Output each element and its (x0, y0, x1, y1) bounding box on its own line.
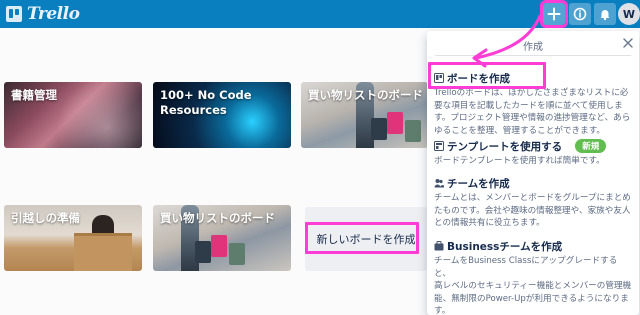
menu-item-label: チームを作成 (447, 177, 510, 190)
menu-item-label: テンプレートを使用する (447, 140, 563, 153)
close-icon[interactable] (622, 37, 634, 49)
divider (435, 55, 631, 56)
logo-text: Trello (27, 4, 80, 24)
menu-item-use-template[interactable]: テンプレートを使用する 新規 ボードテンプレートを使用すれば簡単です。 (434, 138, 634, 168)
menu-item-create-business-team[interactable]: Businessチームを作成 チームをBusiness Classにアップグレー… (434, 238, 634, 315)
board-background (211, 235, 227, 257)
team-icon (434, 179, 444, 188)
board-title: 書籍管理 (11, 88, 57, 102)
menu-item-create-team[interactable]: チームを作成 チームとは、メンバーとボードをグループにまとめ たものです。会社や… (434, 175, 634, 230)
board-background (371, 118, 387, 140)
trello-logo-icon (6, 6, 22, 22)
board-background (195, 241, 211, 263)
board-title: 引越しの準備 (11, 211, 80, 225)
menu-item-create-board[interactable]: ボードを作成 Trelloのボードは、ほかしたさまざまなリストに必 要な項目を記… (434, 70, 634, 137)
menu-item-label: Businessチームを作成 (447, 240, 563, 253)
plus-icon (547, 7, 561, 21)
menu-item-description: ボードテンプレートを使用すれば簡単です。 (434, 156, 605, 166)
board-background (229, 243, 245, 265)
menu-item-label: ボードを作成 (447, 72, 510, 85)
create-popover: 作成 ボードを作成 Trelloのボードは、ほかしたさまざまなリストに必 要な項… (427, 31, 639, 315)
info-icon (573, 7, 587, 21)
board-icon (434, 73, 444, 83)
board-tile[interactable]: 引越しの準備 (4, 205, 142, 271)
board-tile[interactable]: 買い物リストのボード (301, 82, 428, 148)
board-tile[interactable]: 買い物リストのボード (153, 205, 291, 271)
board-background (74, 233, 132, 271)
popover-title: 作成 (523, 42, 543, 53)
business-icon (434, 241, 444, 251)
create-board-tile[interactable]: 新しいボードを作成 (305, 207, 427, 271)
board-background (405, 120, 421, 142)
template-icon (434, 141, 444, 151)
board-title: 買い物リストのボード (160, 211, 275, 225)
avatar[interactable]: W (618, 3, 640, 25)
menu-item-description: Trelloのボードは、ほかしたさまざまなリストに必 要な項目を記載したカードを… (434, 88, 631, 136)
bell-icon (600, 10, 610, 21)
board-title: 買い物リストのボード (308, 88, 423, 102)
top-bar: Trello W (0, 0, 640, 28)
new-badge: 新規 (575, 139, 607, 153)
menu-item-description: チームをBusiness Classにアップグレードすると、 高レベルのセキュリ… (434, 256, 632, 315)
info-button[interactable] (569, 3, 591, 25)
board-title: 100+ No Code Resources (160, 88, 252, 117)
menu-item-description: チームとは、メンバーとボードをグループにまとめ たものです。会社や趣味の情報整理… (434, 193, 631, 228)
board-tile[interactable]: 書籍管理 (4, 82, 142, 148)
notifications-button[interactable] (594, 3, 616, 25)
board-tile[interactable]: 100+ No Code Resources (153, 82, 291, 148)
create-button[interactable] (540, 0, 568, 28)
create-board-label: 新しいボードを作成 (316, 233, 416, 246)
board-background (387, 112, 403, 134)
trello-logo[interactable]: Trello (6, 4, 80, 24)
